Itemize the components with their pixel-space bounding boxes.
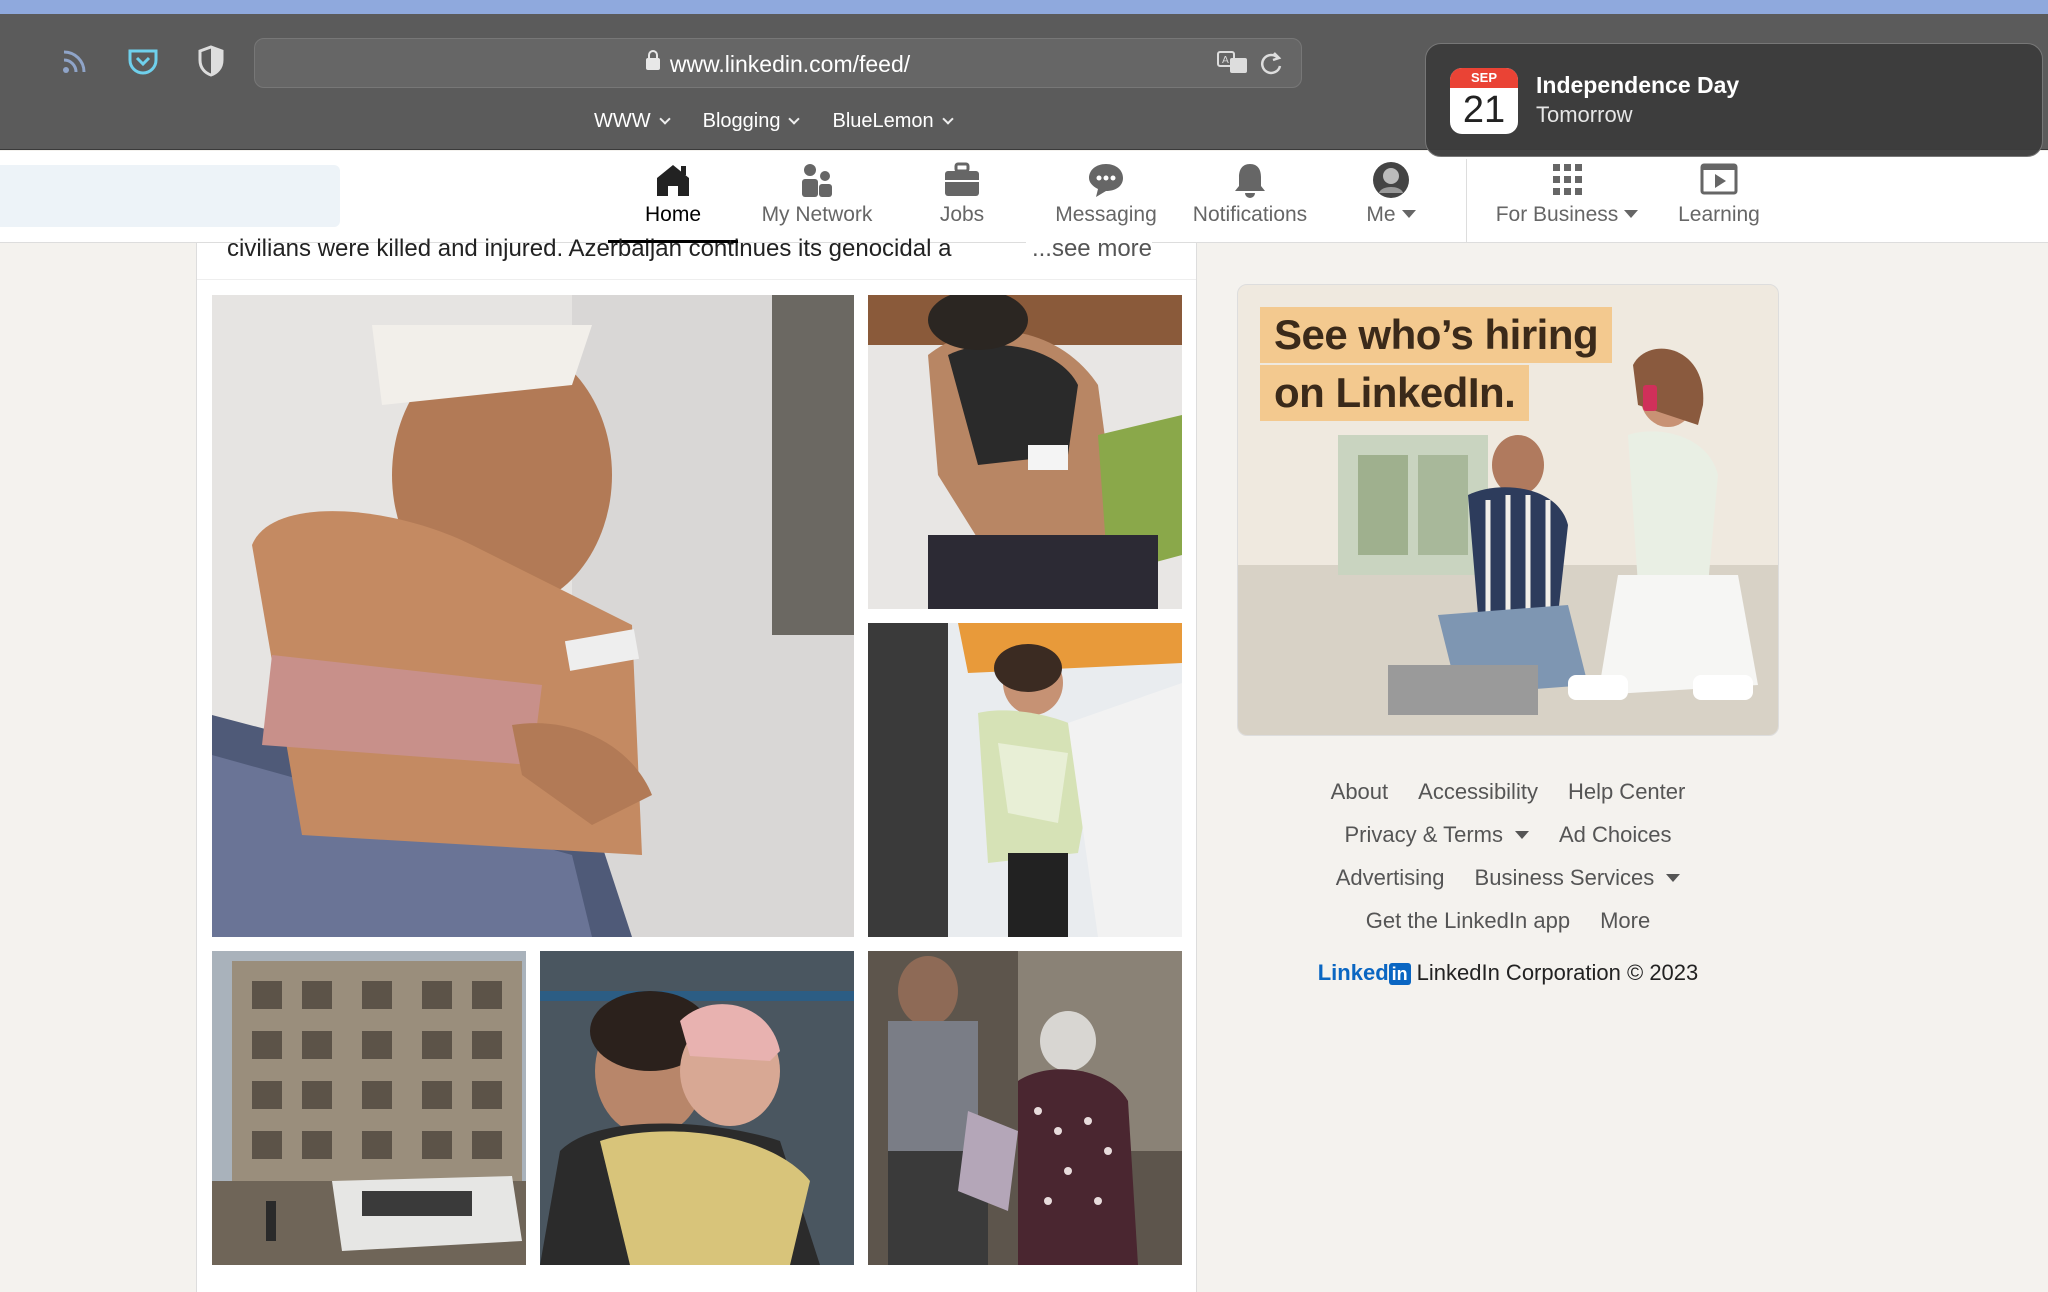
nav-me[interactable]: Me xyxy=(1326,161,1456,243)
linkedin-global-nav: Home My Network Jobs Messaging Notificat… xyxy=(0,151,2048,243)
briefcase-icon xyxy=(945,162,979,196)
footer-link-help-center[interactable]: Help Center xyxy=(1568,779,1685,805)
search-input[interactable] xyxy=(0,165,340,227)
ad-headline-line1: See who’s hiring xyxy=(1260,307,1613,363)
post-image-6[interactable] xyxy=(868,951,1182,1265)
network-icon xyxy=(802,164,832,197)
bookmark-folder-blogging[interactable]: Blogging xyxy=(703,110,801,133)
svg-text:A: A xyxy=(1222,55,1229,66)
post-image-4[interactable] xyxy=(212,951,526,1265)
caret-down-icon xyxy=(1666,873,1681,882)
feed-post: civilians were killed and injured. Azerb… xyxy=(196,235,1197,1292)
bell-icon xyxy=(1235,164,1265,198)
caret-down-icon xyxy=(1401,210,1416,218)
post-divider xyxy=(197,279,1196,280)
play-icon xyxy=(1700,163,1738,195)
chevron-down-icon xyxy=(942,112,954,125)
rss-icon[interactable] xyxy=(58,44,92,78)
caret-down-icon xyxy=(1624,210,1639,218)
home-icon xyxy=(657,165,689,196)
nav-my-network[interactable]: My Network xyxy=(752,161,882,243)
bookmarks-bar: WWW Blogging BlueLemon xyxy=(594,110,954,133)
nav-messaging[interactable]: Messaging xyxy=(1041,161,1171,243)
shield-icon[interactable] xyxy=(194,44,228,78)
footer-link-privacy-terms[interactable]: Privacy & Terms xyxy=(1344,822,1529,848)
linkedin-logo: Linked in xyxy=(1318,960,1417,985)
notification-title: Independence Day xyxy=(1536,72,1740,98)
ad-headline-line2: on LinkedIn. xyxy=(1260,365,1530,421)
lock-icon xyxy=(645,50,660,70)
notification-subtitle: Tomorrow xyxy=(1536,102,1633,127)
nav-for-business[interactable]: For Business xyxy=(1482,161,1652,243)
calendar-notification[interactable]: SEP 21 Independence Day Tomorrow xyxy=(1425,43,2043,157)
nav-notifications[interactable]: Notifications xyxy=(1185,161,1315,243)
copyright-text: LinkedIn Corporation © 2023 xyxy=(1416,960,1699,985)
footer-link-accessibility[interactable]: Accessibility xyxy=(1418,779,1538,805)
url-text: www.linkedin.com/feed/ xyxy=(669,51,911,77)
calendar-icon: SEP 21 xyxy=(1450,68,1518,134)
pocket-icon[interactable] xyxy=(126,44,160,78)
copyright: Linked in LinkedIn Corporation © 2023 xyxy=(1237,960,1779,986)
post-image-3[interactable] xyxy=(868,623,1182,937)
chevron-down-icon xyxy=(658,112,671,125)
caret-down-icon xyxy=(1515,830,1529,839)
address-bar[interactable]: www.linkedin.com/feed/ A xyxy=(254,38,1302,88)
avatar xyxy=(1373,162,1409,198)
reload-icon[interactable] xyxy=(1255,49,1287,79)
nav-learning[interactable]: Learning xyxy=(1654,161,1784,243)
chat-icon xyxy=(1089,164,1123,197)
mac-menubar xyxy=(0,0,2048,14)
bookmark-folder-www[interactable]: WWW xyxy=(594,110,671,133)
nav-divider xyxy=(1466,159,1467,243)
hiring-ad[interactable]: See who’s hiring on LinkedIn. xyxy=(1237,284,1779,736)
footer-link-business-services[interactable]: Business Services xyxy=(1475,865,1681,891)
see-more-link[interactable]: ...see more xyxy=(1025,235,1152,263)
nav-jobs[interactable]: Jobs xyxy=(897,161,1027,243)
nav-home[interactable]: Home xyxy=(608,161,738,243)
footer-links: About Accessibility Help Center Privacy … xyxy=(1237,770,1779,942)
chevron-down-icon xyxy=(788,112,801,125)
bookmark-folder-bluelemon[interactable]: BlueLemon xyxy=(832,110,954,133)
footer-link-get-app[interactable]: Get the LinkedIn app xyxy=(1366,908,1570,934)
footer-link-advertising[interactable]: Advertising xyxy=(1336,865,1445,891)
footer-link-ad-choices[interactable]: Ad Choices xyxy=(1559,822,1672,848)
post-image-5[interactable] xyxy=(540,951,854,1265)
footer-link-more[interactable]: More xyxy=(1600,908,1650,934)
translate-icon[interactable]: A xyxy=(1217,49,1249,79)
post-image-2[interactable] xyxy=(868,295,1182,609)
post-image-1[interactable] xyxy=(212,295,854,937)
grid-icon xyxy=(1553,164,1582,195)
footer-link-about[interactable]: About xyxy=(1331,779,1389,805)
